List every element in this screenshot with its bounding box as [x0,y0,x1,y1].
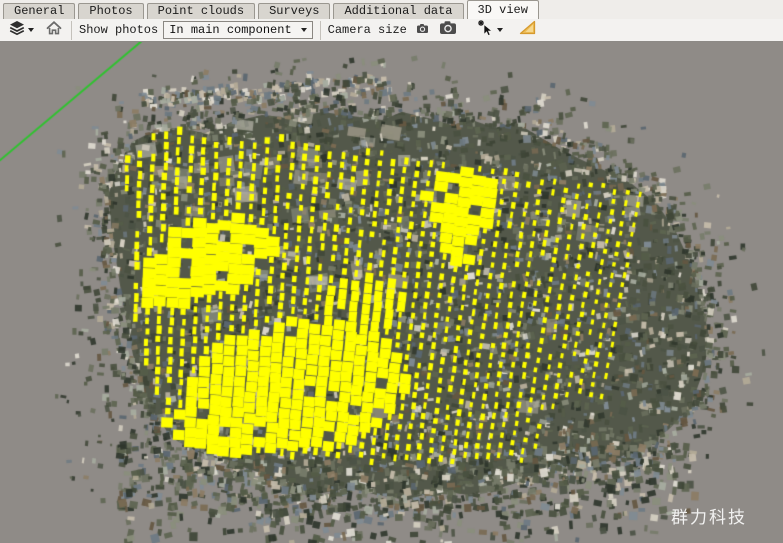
camera-size-decrease-button[interactable] [414,20,431,40]
show-photos-label: Show photos [79,23,158,37]
chevron-down-icon [497,28,503,32]
3d-viewport-container [0,42,783,543]
quality-metrics-button[interactable] [517,19,538,41]
slope-triangle-icon [519,20,536,40]
chevron-down-icon [28,28,34,32]
pick-navigation-icon [477,19,494,41]
app-window: General Photos Point clouds Surveys Addi… [0,0,783,543]
camera-large-icon [439,20,457,40]
chevron-down-icon [301,28,307,32]
3d-view-toolbar: Show photos In main component Camera siz… [0,19,783,42]
display-layers-button[interactable] [7,19,36,42]
tab-bar: General Photos Point clouds Surveys Addi… [0,0,783,19]
pick-navigation-mode-button[interactable] [475,18,505,42]
tab-surveys[interactable]: Surveys [258,3,330,19]
camera-small-icon [416,21,429,39]
camera-size-increase-button[interactable] [437,19,459,41]
tab-3d-view[interactable]: 3D view [467,0,539,19]
photo-filter-value: In main component [169,23,291,37]
tab-general[interactable]: General [3,3,75,19]
photo-filter-dropdown[interactable]: In main component [163,21,312,39]
layers-icon [9,20,25,41]
home-view-button[interactable] [44,19,64,42]
tab-additional-data[interactable]: Additional data [333,3,463,19]
home-icon [46,20,62,41]
tab-point-clouds[interactable]: Point clouds [147,3,255,19]
toolbar-separator [71,21,72,40]
camera-size-label: Camera size [328,23,407,37]
toolbar-separator [320,21,321,40]
tab-photos[interactable]: Photos [78,3,143,19]
3d-scene-canvas[interactable] [0,42,783,543]
